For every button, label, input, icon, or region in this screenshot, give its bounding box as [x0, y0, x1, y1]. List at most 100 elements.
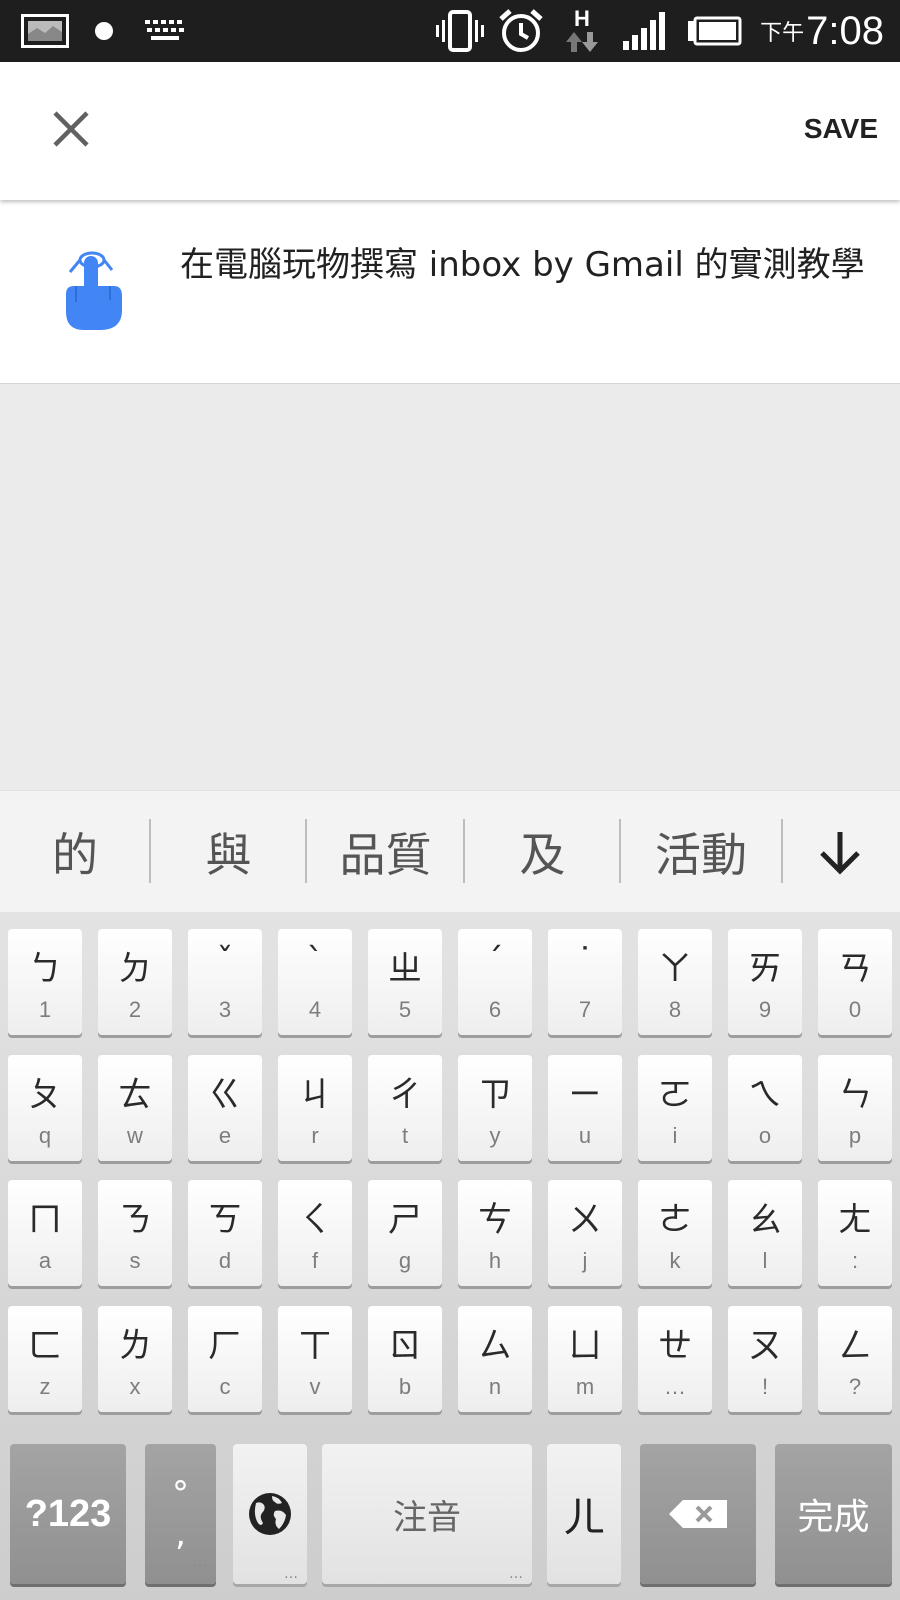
- suggestion-item[interactable]: 活動: [621, 791, 781, 913]
- key-t[interactable]: ㄔt: [368, 1055, 442, 1161]
- key-p[interactable]: ㄣp: [818, 1055, 892, 1161]
- done-key[interactable]: 完成: [775, 1444, 892, 1584]
- key-zhuyin-label: ㄖ: [388, 1326, 422, 1366]
- key-zhuyin-label: ㄛ: [658, 1075, 692, 1115]
- suggestion-item[interactable]: 及: [465, 791, 620, 913]
- key-6[interactable]: ˊ6: [458, 929, 532, 1035]
- save-button[interactable]: SAVE: [804, 104, 878, 154]
- key-latin-label: 1: [38, 997, 52, 1022]
- key-latin-label: ?: [848, 1374, 862, 1399]
- space-key[interactable]: 注音 …: [322, 1444, 532, 1584]
- key-zhuyin-label: ㄔ: [388, 1075, 422, 1115]
- er-key[interactable]: ㄦ: [547, 1444, 621, 1584]
- status-clock: 7:08: [806, 8, 884, 53]
- data-transfer-icon: H: [562, 0, 602, 62]
- key-zhuyin-label: ㄓ: [388, 949, 422, 989]
- key-e[interactable]: ㄍe: [188, 1055, 262, 1161]
- reminder-finger-icon: [56, 250, 128, 334]
- key-h[interactable]: ㄘh: [458, 1180, 532, 1286]
- key-latin-label: o: [758, 1123, 772, 1148]
- key-l[interactable]: ㄠl: [728, 1180, 802, 1286]
- key-zhuyin-label: ㄉ: [118, 949, 152, 989]
- key-i[interactable]: ㄛi: [638, 1055, 712, 1161]
- key-n[interactable]: ㄙn: [458, 1306, 532, 1412]
- key-7[interactable]: ˙ 7: [548, 929, 622, 1035]
- key-latin-label: 9: [758, 997, 772, 1022]
- key-latin-label: d: [218, 1248, 232, 1273]
- key-4[interactable]: ˋ4: [278, 929, 352, 1035]
- key-latin-label: z: [39, 1374, 51, 1399]
- key-zhuyin-label: ˊ: [486, 941, 504, 981]
- suggestion-item[interactable]: 與: [151, 791, 306, 913]
- reminder-row[interactable]: 在電腦玩物撰寫 inbox by Gmail 的實測教學: [0, 200, 900, 384]
- key-zhuyin-label: ㄕ: [388, 1200, 422, 1240]
- symbols-key[interactable]: ?123: [10, 1444, 126, 1584]
- key-j[interactable]: ㄨj: [548, 1180, 622, 1286]
- key-m[interactable]: ㄩm: [548, 1306, 622, 1412]
- battery-icon: [686, 0, 742, 62]
- expand-suggestions-button[interactable]: [780, 791, 900, 913]
- key-k[interactable]: ㄜk: [638, 1180, 712, 1286]
- key-zhuyin-label: ㄡ: [748, 1326, 782, 1366]
- punctuation-key[interactable]: ° , …: [145, 1444, 216, 1584]
- backspace-key[interactable]: [640, 1444, 756, 1584]
- key-q[interactable]: ㄆq: [8, 1055, 82, 1161]
- key-x[interactable]: ㄌx: [98, 1306, 172, 1412]
- suggestion-item[interactable]: 的: [0, 791, 150, 913]
- key-zhuyin-label: ㄟ: [748, 1075, 782, 1115]
- key-r[interactable]: ㄐr: [278, 1055, 352, 1161]
- suggestion-item[interactable]: 品質: [307, 791, 464, 913]
- key-zhuyin-label: ㄘ: [478, 1200, 512, 1240]
- close-button[interactable]: [40, 98, 102, 160]
- status-bar: H 下午 7:08: [0, 0, 900, 62]
- gallery-icon: [20, 0, 70, 62]
- suggestion-strip: 的 與 品質 及 活動: [0, 790, 900, 912]
- key-3[interactable]: ˇ3: [188, 929, 262, 1035]
- key-d[interactable]: ㄎd: [188, 1180, 262, 1286]
- key-?[interactable]: ㄥ?: [818, 1306, 892, 1412]
- key-v[interactable]: ㄒv: [278, 1306, 352, 1412]
- key-zhuyin-label: ㄠ: [748, 1200, 782, 1240]
- key-z[interactable]: ㄈz: [8, 1306, 82, 1412]
- key-zhuyin-label: ㄋ: [118, 1200, 152, 1240]
- key-![interactable]: ㄡ!: [728, 1306, 802, 1412]
- key-latin-label: a: [38, 1248, 52, 1273]
- key-1[interactable]: ㄅ1: [8, 929, 82, 1035]
- language-key[interactable]: …: [233, 1444, 307, 1584]
- key-g[interactable]: ㄕg: [368, 1180, 442, 1286]
- key-zhuyin-label: ㄈ: [28, 1326, 62, 1366]
- key-zhuyin-label: ㄥ: [838, 1326, 872, 1366]
- key-zhuyin-label: ㄅ: [28, 949, 62, 989]
- key-o[interactable]: ㄟo: [728, 1055, 802, 1161]
- key-8[interactable]: ㄚ8: [638, 929, 712, 1035]
- key-zhuyin-label: ㄆ: [28, 1075, 62, 1115]
- key-9[interactable]: ㄞ9: [728, 929, 802, 1035]
- alarm-icon: [496, 0, 546, 62]
- key-y[interactable]: ㄗy: [458, 1055, 532, 1161]
- key-s[interactable]: ㄋs: [98, 1180, 172, 1286]
- key-f[interactable]: ㄑf: [278, 1180, 352, 1286]
- key-latin-label: 4: [308, 997, 322, 1022]
- key-5[interactable]: ㄓ5: [368, 929, 442, 1035]
- key-a[interactable]: ㄇa: [8, 1180, 82, 1286]
- punctuation-comma-label: ,: [175, 1514, 186, 1554]
- key-b[interactable]: ㄖb: [368, 1306, 442, 1412]
- key-zhuyin-label: ㄒ: [298, 1326, 332, 1366]
- key-u[interactable]: ㄧu: [548, 1055, 622, 1161]
- more-dots: …: [284, 1566, 299, 1582]
- key-latin-label: :: [851, 1248, 859, 1273]
- key-latin-label: p: [848, 1123, 862, 1148]
- key-latin-label: m: [575, 1374, 595, 1399]
- key-…[interactable]: ㄝ…: [638, 1306, 712, 1412]
- key-0[interactable]: ㄢ0: [818, 929, 892, 1035]
- key-:[interactable]: ㄤ:: [818, 1180, 892, 1286]
- key-c[interactable]: ㄏc: [188, 1306, 262, 1412]
- arrow-down-icon: [820, 832, 860, 875]
- key-2[interactable]: ㄉ2: [98, 929, 172, 1035]
- key-w[interactable]: ㄊw: [98, 1055, 172, 1161]
- globe-icon: [249, 1493, 291, 1535]
- key-latin-label: 8: [668, 997, 682, 1022]
- key-latin-label: b: [398, 1374, 412, 1399]
- notification-dot-icon: [92, 0, 116, 62]
- reminder-text[interactable]: 在電腦玩物撰寫 inbox by Gmail 的實測教學: [180, 242, 870, 288]
